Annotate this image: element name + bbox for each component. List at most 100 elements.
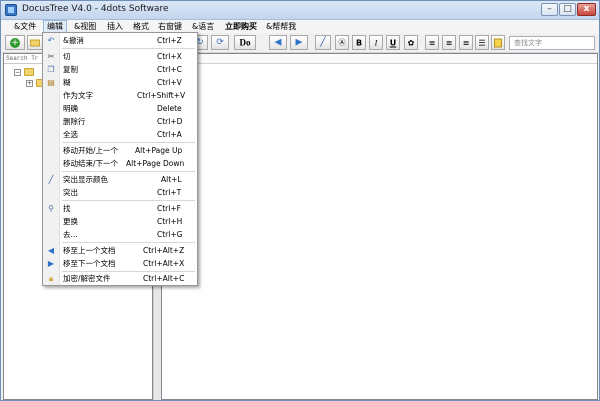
expand-icon[interactable]: + <box>26 80 33 87</box>
italic-button[interactable]: I <box>369 35 383 50</box>
align-center-icon: ≡ <box>445 38 453 47</box>
bold-label: B <box>355 38 363 47</box>
do-button[interactable]: Do <box>234 35 256 50</box>
maximize-button[interactable]: □ <box>559 3 576 16</box>
new-document-button[interactable]: + <box>5 35 25 50</box>
menu-item-next-document[interactable]: ▶ 移至下一个文档 Ctrl+Alt+X <box>43 257 197 270</box>
menu-item-shortcut: Ctrl+T <box>157 188 182 197</box>
minimize-button[interactable]: – <box>541 3 558 16</box>
close-button[interactable]: x <box>577 3 596 16</box>
menu-item-shortcut: Ctrl+Shift+V <box>137 91 186 100</box>
next-doc-button[interactable]: ▶ <box>290 35 308 50</box>
do-label: Do <box>239 37 251 47</box>
menu-item-prev-document[interactable]: ◀ 移至上一个文档 Ctrl+Alt+Z <box>43 244 197 257</box>
lock-icon: 🔒︎ <box>48 274 54 283</box>
undo-icon: ↶ <box>47 36 55 45</box>
menu-item-shortcut: Ctrl+Alt+Z <box>143 246 185 255</box>
menu-separator <box>62 242 195 243</box>
collapse-icon[interactable]: − <box>14 69 21 76</box>
menu-item-paste-as-text[interactable]: 作为文字 Ctrl+Shift+V <box>43 89 197 102</box>
find-icon: ⚲ <box>48 204 54 213</box>
menu-separator <box>62 48 195 49</box>
copy-icon: ❐ <box>47 65 55 74</box>
search-input[interactable]: 查找文字 <box>509 36 595 50</box>
list-button[interactable]: ☰ <box>475 35 489 50</box>
menu-item-copy[interactable]: ❐ 复制 Ctrl+C <box>43 63 197 76</box>
bold-button[interactable]: B <box>352 35 366 50</box>
menu-item-label: 移动结束/下一个 <box>63 159 119 168</box>
underline-button[interactable]: U <box>386 35 400 50</box>
app-window: DocusTree V4.0 - 4dots Software – □ x &文… <box>0 0 600 401</box>
app-icon <box>5 4 17 16</box>
menu-item-shortcut: Alt+Page Down <box>126 159 185 168</box>
menu-item-encrypt[interactable]: 🔒︎ 加密/解密文件 Ctrl+Alt+C <box>43 272 197 285</box>
refresh-button[interactable]: ⟳ <box>211 35 229 50</box>
menu-item-select-all[interactable]: 全选 Ctrl+A <box>43 128 197 141</box>
menu-item-label: 删除行 <box>63 117 86 126</box>
menu-item-label: 找 <box>63 204 71 213</box>
arrow-right-icon: ▶ <box>295 37 303 47</box>
note-icon <box>494 38 502 47</box>
menu-item-label: 突出显示颜色 <box>63 175 108 184</box>
note-button[interactable] <box>491 35 505 50</box>
menu-item-clear[interactable]: 明确 Delete <box>43 102 197 115</box>
menu-item-move-end[interactable]: 移动结束/下一个 Alt+Page Down <box>43 157 197 170</box>
menu-item-find[interactable]: ⚲ 找 Ctrl+F <box>43 202 197 215</box>
menu-item-label: 糊 <box>63 78 71 87</box>
prev-doc-button[interactable]: ◀ <box>269 35 287 50</box>
menu-item-label: 加密/解密文件 <box>63 274 111 283</box>
pen-icon: ╱ <box>320 37 326 47</box>
menu-item-undo[interactable]: ↶ &撤消 Ctrl+Z <box>43 34 197 47</box>
align-right-button[interactable]: ≡ <box>459 35 473 50</box>
align-left-icon: ≡ <box>428 38 436 47</box>
menu-item-shortcut: Alt+L <box>161 175 182 184</box>
editor-ruler <box>162 54 597 64</box>
menu-item-label: 作为文字 <box>63 91 93 100</box>
menu-item-paste[interactable]: ▤ 糊 Ctrl+V <box>43 76 197 89</box>
menu-item-cut[interactable]: ✂ 切 Ctrl+X <box>43 50 197 63</box>
menu-item-shortcut: Ctrl+Alt+X <box>143 259 185 268</box>
spell-button[interactable]: Ⓐ <box>335 35 349 50</box>
menu-item-replace[interactable]: 更换 Ctrl+H <box>43 215 197 228</box>
plus-icon: + <box>10 37 20 48</box>
palette-icon: ✿ <box>407 38 415 47</box>
menu-separator <box>62 200 195 201</box>
menu-item-shortcut: Ctrl+V <box>157 78 182 87</box>
menu-separator <box>62 171 195 172</box>
menu-item-shortcut: Alt+Page Up <box>135 146 183 155</box>
menu-separator <box>62 142 195 143</box>
menu-help[interactable]: &帮帮我 <box>263 20 299 33</box>
menu-item-move-start[interactable]: 移动开始/上一个 Alt+Page Up <box>43 144 197 157</box>
menu-item-label: 更换 <box>63 217 78 226</box>
folder-icon <box>24 68 34 76</box>
style-button[interactable]: ✿ <box>404 35 418 50</box>
editor-area[interactable] <box>161 53 598 400</box>
folder-icon <box>30 39 40 46</box>
menu-item-highlight-color[interactable]: ╱ 突出显示颜色 Alt+L <box>43 173 197 186</box>
paste-icon: ▤ <box>47 78 55 87</box>
highlight-button[interactable]: ╱ <box>315 35 331 50</box>
align-left-button[interactable]: ≡ <box>425 35 439 50</box>
highlight-pen-icon: ╱ <box>48 175 54 184</box>
align-right-icon: ≡ <box>462 38 470 47</box>
menu-item-shortcut: Ctrl+A <box>157 130 182 139</box>
underline-label: U <box>389 38 397 47</box>
menu-item-label: &撤消 <box>63 36 84 45</box>
menu-item-goto[interactable]: 去... Ctrl+G <box>43 228 197 241</box>
menu-file[interactable]: &文件 <box>11 20 39 33</box>
menu-item-shortcut: Ctrl+X <box>157 52 182 61</box>
menu-item-shortcut: Ctrl+Alt+C <box>143 274 185 283</box>
menu-buy-now[interactable]: 立即购买 <box>222 20 260 33</box>
arrow-right-icon: ▶ <box>47 259 55 268</box>
edit-menu-dropdown: ↶ &撤消 Ctrl+Z ✂ 切 Ctrl+X ❐ 复制 Ctrl+C ▤ 糊 … <box>42 32 198 286</box>
menu-item-label: 移至上一个文档 <box>63 246 116 255</box>
menu-item-shortcut: Ctrl+H <box>157 217 183 226</box>
menu-item-shortcut: Ctrl+Z <box>157 36 182 45</box>
menu-item-label: 明确 <box>63 104 78 113</box>
menu-item-delete-line[interactable]: 删除行 Ctrl+D <box>43 115 197 128</box>
open-button[interactable] <box>27 35 43 50</box>
menu-item-shortcut: Ctrl+D <box>157 117 183 126</box>
menu-item-highlight[interactable]: 突出 Ctrl+T <box>43 186 197 199</box>
align-center-button[interactable]: ≡ <box>442 35 456 50</box>
title-bar: DocusTree V4.0 - 4dots Software – □ x <box>1 1 599 20</box>
